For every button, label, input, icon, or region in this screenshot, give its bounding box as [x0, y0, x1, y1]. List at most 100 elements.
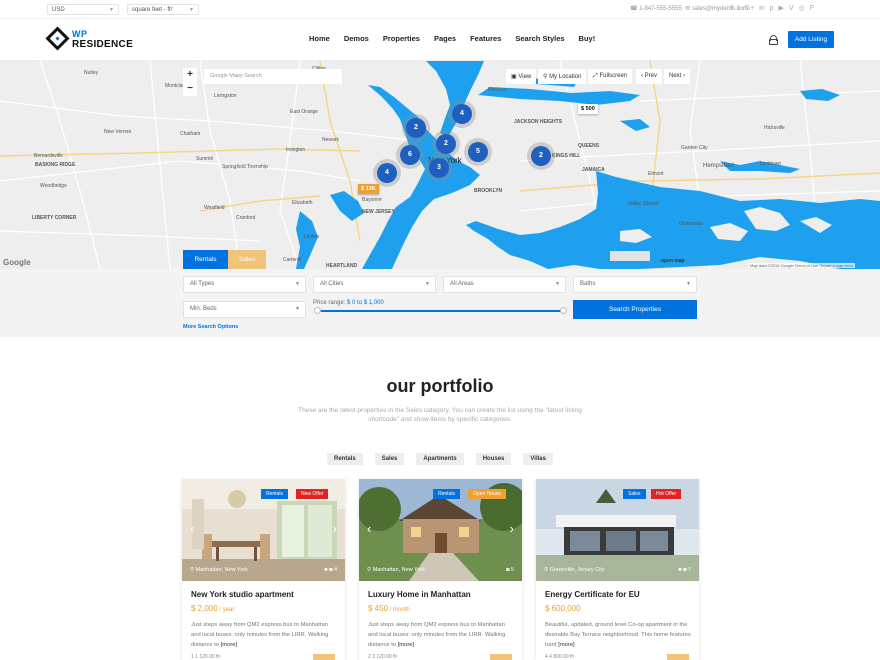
- chevron-right-icon[interactable]: ›: [333, 521, 337, 536]
- nav-item-demos[interactable]: Demos: [344, 34, 369, 43]
- phone-number[interactable]: 1-847-555-5555: [639, 6, 682, 12]
- linkedin-icon[interactable]: in: [759, 4, 764, 14]
- filter-apartments[interactable]: Apartments: [416, 453, 464, 465]
- top-bar: USD ▼ square feet - ft² ▼ ☎ 1-847-555-5555…: [0, 0, 880, 19]
- measure-select[interactable]: square feet - ft² ▼: [127, 4, 199, 15]
- property-price: $ 2,000 / year: [191, 604, 235, 613]
- map-label: Fort Lee: [488, 87, 507, 93]
- map-label: JACKSON HEIGHTS: [514, 119, 563, 125]
- chevron-right-icon[interactable]: ›: [510, 521, 514, 536]
- property-stats: 1 1 120.00 ft²: [191, 654, 221, 660]
- map-cluster-marker[interactable]: 4: [377, 163, 397, 183]
- map-cluster-marker[interactable]: 4: [452, 104, 472, 124]
- map-search-input[interactable]: Google Maps Search: [204, 69, 342, 84]
- instagram-icon[interactable]: ◎: [799, 4, 805, 14]
- property-price: $ 600,000: [545, 604, 581, 613]
- nav-item-properties[interactable]: Properties: [383, 34, 420, 43]
- more-link[interactable]: [more]: [221, 642, 237, 648]
- nav-item-features[interactable]: Features: [470, 34, 501, 43]
- price-slider-max-handle[interactable]: [560, 307, 567, 314]
- camera-icon: ■ ◙: [324, 567, 334, 573]
- map-cluster-marker[interactable]: 2: [436, 134, 456, 154]
- zoom-out-button[interactable]: −: [183, 82, 197, 96]
- cities-select[interactable]: All Cities ▼: [313, 276, 436, 293]
- tab-rentals[interactable]: Rentals: [183, 250, 228, 269]
- map-price-marker[interactable]: $ 500: [578, 104, 598, 114]
- search-properties-button[interactable]: Search Properties: [573, 300, 697, 319]
- site-header: WP RESIDENCE Home Demos Properties Pages Fea…: [0, 19, 880, 61]
- details-button[interactable]: [667, 654, 689, 660]
- add-listing-button[interactable]: Add Listing: [788, 31, 834, 48]
- map-label: BROOKLYN: [474, 188, 503, 194]
- details-button[interactable]: [313, 654, 335, 660]
- nav-item-buy[interactable]: Buy!: [579, 34, 596, 43]
- property-description: Beautiful, updated, ground level Co-op a…: [545, 622, 691, 648]
- currency-select[interactable]: USD ▼: [47, 4, 119, 15]
- map-label: Woodbridge: [40, 183, 67, 189]
- filter-villas[interactable]: Villas: [523, 453, 553, 465]
- currency-value: USD: [52, 7, 65, 13]
- property-title[interactable]: Energy Certificate for EU: [545, 590, 640, 599]
- lock-icon[interactable]: [769, 35, 778, 45]
- vimeo-icon[interactable]: V: [789, 4, 794, 14]
- types-select[interactable]: All Types ▼: [183, 276, 306, 293]
- map-label: Garden City: [681, 145, 708, 151]
- property-card[interactable]: Rentals Open House ‹ › ⚲ Manhattan, New …: [359, 479, 522, 660]
- property-title[interactable]: New York studio apartment: [191, 590, 294, 599]
- google-logo: Google: [3, 258, 31, 267]
- logo-text-top: WP: [72, 29, 88, 39]
- filter-sales[interactable]: Sales: [374, 453, 405, 465]
- property-location: ⚲ Manhattan, New York: [367, 567, 425, 573]
- property-card[interactable]: Sales Hot Offer ⚲ Greenville, Jersey Cit…: [536, 479, 699, 660]
- more-link[interactable]: [more]: [398, 642, 414, 648]
- details-button[interactable]: [490, 654, 512, 660]
- nav-item-search-styles[interactable]: Search Styles: [515, 34, 564, 43]
- youtube-icon[interactable]: ▶: [779, 4, 784, 14]
- chevron-down-icon: ▼: [295, 306, 300, 312]
- chevron-left-icon[interactable]: ‹: [190, 521, 194, 536]
- property-card[interactable]: Rentals New Offer ‹ › ⚲ Manhattan, New Y…: [182, 479, 345, 660]
- filter-houses[interactable]: Houses: [475, 453, 512, 465]
- areas-select[interactable]: All Areas ▼: [443, 276, 566, 293]
- fullscreen-button[interactable]: ⤢ Fullscreen: [588, 69, 633, 84]
- next-button[interactable]: Next ›: [664, 69, 691, 84]
- property-location: ⚲ Greenville, Jersey City: [544, 567, 605, 573]
- foursquare-icon[interactable]: F: [810, 4, 814, 14]
- facebook-icon[interactable]: f: [731, 4, 733, 14]
- google-plus-icon[interactable]: G+: [745, 4, 755, 14]
- logo[interactable]: WP RESIDENCE: [45, 26, 133, 53]
- more-link[interactable]: [more]: [558, 642, 574, 648]
- status-badge: Hot Offer: [651, 489, 682, 499]
- map-cluster-marker[interactable]: 3: [429, 158, 449, 178]
- tab-sales[interactable]: Sales: [228, 250, 266, 269]
- map-label: Livingston: [214, 93, 237, 99]
- property-title[interactable]: Luxury Home in Manhattan: [368, 590, 471, 599]
- filter-rentals[interactable]: Rentals: [327, 453, 363, 465]
- map[interactable]: Nutley Clifton Montclair Livingston East…: [0, 61, 880, 269]
- zoom-in-button[interactable]: +: [183, 68, 197, 82]
- twitter-icon[interactable]: t: [738, 4, 740, 14]
- map-label: Summit: [196, 156, 213, 162]
- nav-item-pages[interactable]: Pages: [434, 34, 456, 43]
- property-photo[interactable]: Rentals Open House ‹ › ⚲ Manhattan, New …: [359, 479, 522, 581]
- property-photo[interactable]: Rentals New Offer ‹ › ⚲ Manhattan, New Y…: [182, 479, 345, 581]
- view-button[interactable]: ▣ View: [506, 69, 537, 84]
- property-photo[interactable]: Sales Hot Offer ⚲ Greenville, Jersey Cit…: [536, 479, 699, 581]
- map-price-marker[interactable]: $ 13K: [358, 184, 379, 194]
- map-cluster-marker[interactable]: 6: [400, 145, 420, 165]
- price-slider-min-handle[interactable]: [314, 307, 321, 314]
- more-search-options-link[interactable]: More Search Options: [183, 324, 238, 330]
- map-cluster-marker[interactable]: 2: [406, 118, 426, 138]
- beds-select[interactable]: Min. Beds ▼: [183, 301, 306, 318]
- pinterest-icon[interactable]: p: [770, 4, 774, 14]
- chevron-left-icon[interactable]: ‹: [367, 521, 371, 536]
- my-location-button[interactable]: ⚲ My Location: [538, 69, 587, 84]
- open-map-link[interactable]: open map: [661, 258, 685, 264]
- map-cluster-marker[interactable]: 5: [468, 142, 488, 162]
- baths-select[interactable]: Baths ▼: [573, 276, 697, 293]
- map-cluster-marker[interactable]: 2: [531, 146, 551, 166]
- price-slider-track[interactable]: [317, 310, 562, 312]
- logo-text-bottom: RESIDENCE: [72, 39, 134, 50]
- nav-item-home[interactable]: Home: [309, 34, 330, 43]
- prev-button[interactable]: ‹ Prev: [636, 69, 663, 84]
